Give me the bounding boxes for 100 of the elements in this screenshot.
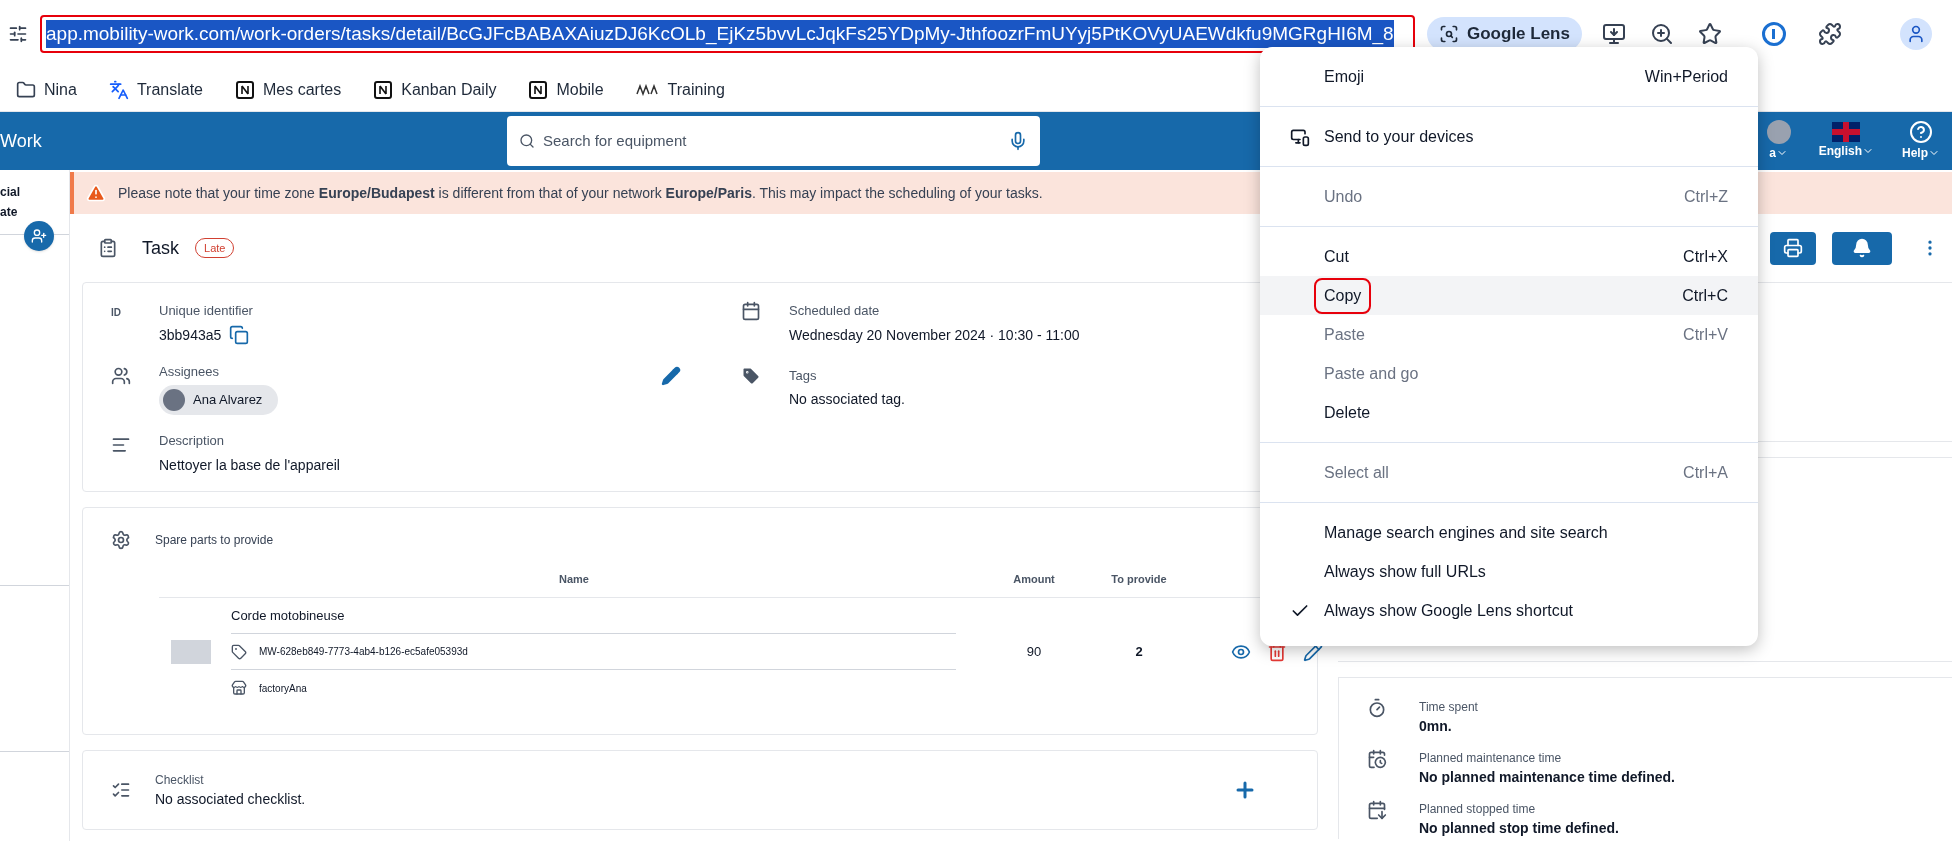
help-menu[interactable]: Help	[1902, 144, 1940, 162]
column-header: To provide	[1110, 572, 1168, 588]
menu-item-label: Paste and go	[1323, 363, 1420, 384]
menu-item[interactable]: Manage search engines and site search	[1260, 513, 1758, 552]
menu-item[interactable]: Cut Ctrl+X	[1260, 237, 1758, 276]
star-icon[interactable]	[1697, 22, 1722, 46]
stat-value: No planned stop time defined.	[1419, 819, 1619, 838]
bookmark[interactable]: Mes cartes	[231, 77, 346, 102]
store-icon	[231, 680, 247, 696]
menu-shortcut: Ctrl+C	[1682, 285, 1728, 306]
menu-item-label: Cut	[1323, 246, 1350, 267]
menu-item[interactable]: Always show full URLs	[1260, 552, 1758, 591]
field-value: Wednesday 20 November 2024 · 10:30 - 11:00	[789, 325, 1080, 345]
stat-value: 0mn.	[1419, 717, 1453, 736]
menu-item-label: Manage search engines and site search	[1323, 522, 1609, 543]
menu-shortcut: Win+Period	[1644, 66, 1728, 87]
gears-icon	[111, 530, 131, 550]
menu-item[interactable]: Always show Google Lens shortcut	[1260, 591, 1758, 630]
field-value: Nettoyer la base de l'appareil	[159, 455, 340, 475]
menu-shortcut: Ctrl+V	[1683, 324, 1728, 345]
assignee-chip[interactable]: Ana Alvarez	[159, 385, 279, 415]
site-info-icon[interactable]	[8, 24, 28, 44]
checklist-icon	[111, 780, 131, 800]
field-label: Checklist	[155, 771, 205, 789]
menu-item-label: Send to your devices	[1323, 126, 1475, 147]
stat-label: Time spent	[1419, 699, 1478, 716]
calendar-clock-icon	[1367, 749, 1387, 769]
person-icon	[1906, 24, 1926, 44]
bookmark[interactable]: Training	[631, 77, 729, 102]
calendar-arrow-icon	[1367, 800, 1387, 820]
lens-icon	[1439, 24, 1459, 44]
menu-item[interactable]: Copy Ctrl+C	[1260, 276, 1758, 315]
amount-cell-text: 90	[1025, 643, 1043, 662]
menu-shortcut: Ctrl+Z	[1684, 186, 1728, 207]
menu-shortcut: Ctrl+A	[1683, 462, 1728, 483]
extensions-icon[interactable]	[1817, 22, 1842, 46]
install-icon[interactable]	[1601, 22, 1626, 46]
menu-item-label: Paste	[1323, 324, 1366, 345]
url-text: app.mobility-work.com/work-orders/tasks/detail/BcGJFcBABAXAiuzDJ6KcOLb_EjKz5bvvLcJqkFs25YDpMy-JthfoozrFmUYyj5PtKOVyUAEWdkfu9MGRgHI6M_8	[46, 20, 1394, 48]
field-label: Description	[159, 432, 226, 450]
notebook-icon	[235, 79, 255, 100]
section-title: Spare parts to provide	[155, 532, 274, 549]
column-header: Name	[558, 572, 590, 588]
language-menu[interactable]: English	[1818, 142, 1874, 160]
microphone-icon[interactable]	[1008, 131, 1028, 151]
notebook-icon	[373, 79, 394, 100]
bookmark[interactable]: Translate	[104, 77, 207, 102]
menu-item-label: Delete	[1323, 402, 1372, 423]
edit-icon[interactable]	[661, 365, 681, 386]
calendar-icon	[741, 301, 761, 321]
column-header: Amount	[1012, 572, 1056, 588]
translate-icon	[108, 79, 129, 100]
add-user-icon	[31, 228, 47, 244]
text-lines-icon	[111, 435, 131, 455]
menu-item-label: Always show full URLs	[1323, 561, 1487, 582]
bookmark[interactable]: Mobile	[524, 77, 608, 102]
copy-icon[interactable]	[229, 325, 250, 345]
search-input[interactable]: Search for equipment	[543, 129, 1000, 153]
password-icon[interactable]	[1761, 22, 1786, 46]
field-label: Unique identifier	[159, 302, 253, 320]
menu-item[interactable]: Delete	[1260, 393, 1758, 432]
warning-icon	[86, 183, 106, 203]
view-icon[interactable]	[1231, 642, 1251, 662]
notification-button[interactable]	[1832, 231, 1892, 265]
stat-value: No planned maintenance time defined.	[1419, 768, 1675, 787]
people-icon	[111, 365, 131, 386]
address-bar[interactable]: app.mobility-work.com/work-orders/tasks/detail/BcGJFcBABAXAiuzDJ6KcOLb_EjKz5bvvLcJqkFs25YDpMy-JthfoozrFmUYyj5PtKOVyUAEWdkfu9MGRgHI6M_8	[40, 15, 1415, 53]
menu-item-label: Emoji	[1323, 66, 1365, 87]
help-icon	[1909, 120, 1933, 144]
to-provide-cell-text: 2	[1134, 643, 1144, 662]
add-user-button[interactable]	[24, 221, 54, 251]
field-value: No associated tag.	[789, 390, 905, 409]
flag-icon	[1832, 122, 1861, 142]
avatar-icon	[163, 389, 185, 411]
bookmark[interactable]: Nina	[12, 77, 81, 102]
menu-item[interactable]: Emoji Win+Period	[1260, 57, 1758, 96]
menu-item[interactable]: Send to your devices	[1260, 117, 1758, 156]
tag-icon	[741, 365, 761, 386]
printer-icon	[1783, 238, 1803, 258]
menu-item-label: Select all	[1323, 462, 1390, 483]
field-label: Assignees	[159, 362, 220, 381]
menu-item-label: Always show Google Lens shortcut	[1323, 600, 1574, 621]
search-field[interactable]: Search for equipment	[507, 116, 1040, 166]
field-value: 3bb943a5	[159, 325, 222, 345]
menu-item-label: Copy	[1316, 279, 1370, 312]
stat-label: Planned stopped time	[1419, 801, 1537, 818]
profile-icon[interactable]	[1900, 18, 1932, 50]
avatar-icon	[1766, 120, 1791, 144]
part-reference: MW-628eb849-7773-4ab4-b126-ec5afe05393d	[259, 645, 468, 659]
zoom-icon[interactable]	[1649, 22, 1674, 46]
app-title: Work	[0, 129, 43, 153]
field-label: Scheduled date	[789, 302, 881, 320]
sidebar-text: cial	[0, 184, 21, 201]
bookmark[interactable]: Kanban Daily	[369, 77, 501, 102]
part-name: Corde motobineuse	[231, 598, 956, 634]
user-menu[interactable]: a	[1769, 144, 1788, 162]
banner-text: Please note that your time zone Europe/Budapest is different from that of your network Europe/Paris. This may impact the scheduling of your tasks.	[118, 183, 1043, 203]
clipboard-icon	[98, 238, 118, 258]
print-button[interactable]	[1770, 231, 1816, 265]
part-location: factoryAna	[259, 681, 307, 696]
